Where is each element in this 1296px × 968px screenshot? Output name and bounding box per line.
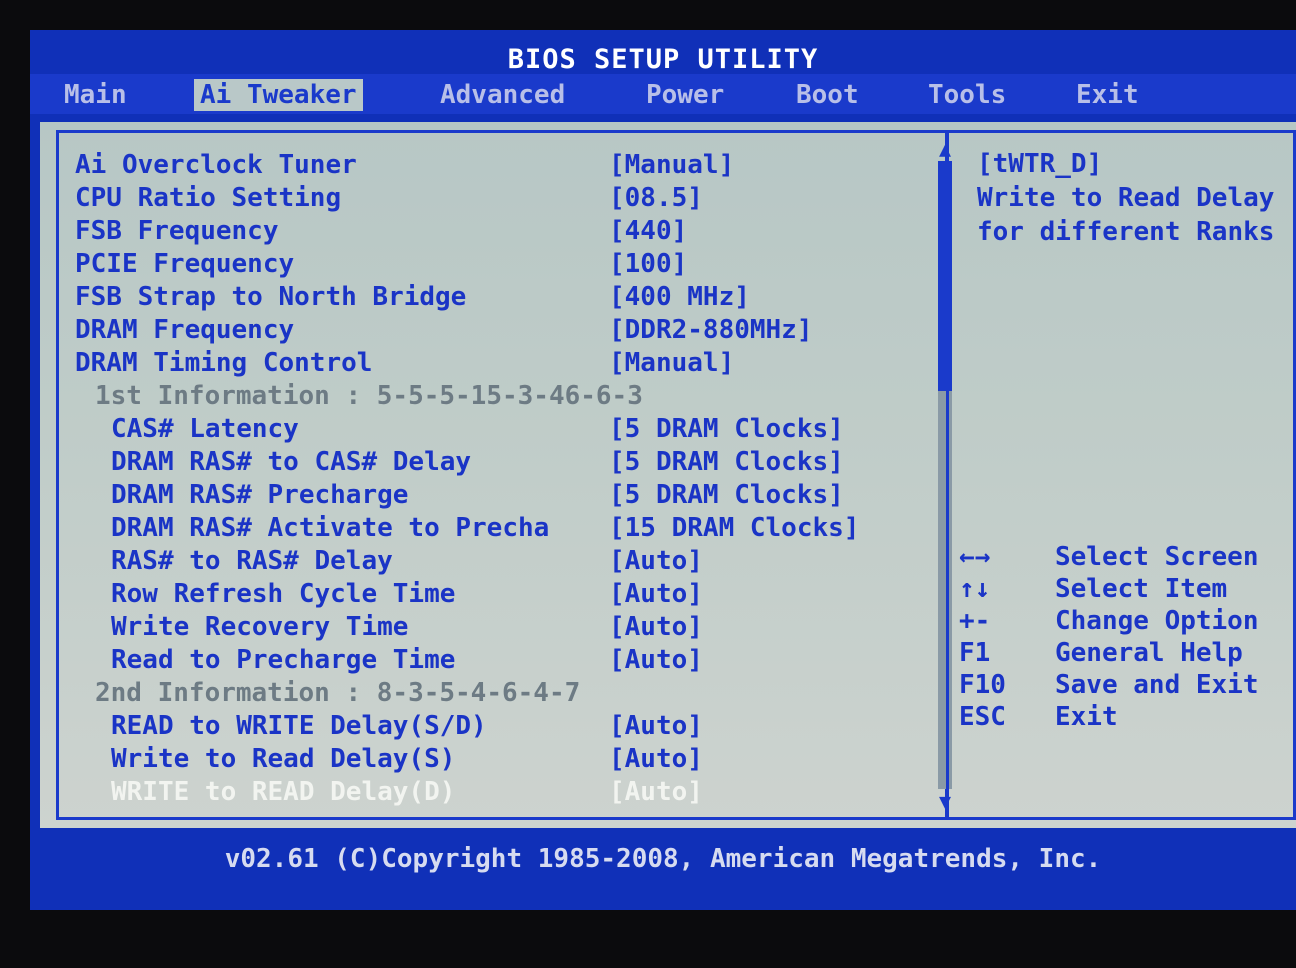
setting-label: DRAM RAS# Activate to Precha (111, 513, 550, 543)
help-line: Write to Read Delay (977, 183, 1275, 213)
setting-value: [5 DRAM Clocks] (609, 447, 844, 477)
setting-label: CPU Ratio Setting (75, 183, 342, 213)
menu-exit[interactable]: Exit (1070, 79, 1145, 111)
setting-value: [Auto] (609, 777, 703, 807)
setting-value: [DDR2-880MHz] (609, 315, 813, 345)
info-label: 1st Information : 5-5-5-15-3-46-6-3 (95, 381, 643, 411)
setting-label: DRAM Timing Control (75, 348, 373, 378)
setting-value: [Auto] (609, 744, 703, 774)
key-desc: General Help (1055, 638, 1243, 668)
setting-label: FSB Frequency (75, 216, 279, 246)
setting-value: [Auto] (609, 579, 703, 609)
key-desc: Save and Exit (1055, 670, 1259, 700)
setting-value: [Auto] (609, 546, 703, 576)
settings-panel: Ai Overclock Tuner [Manual] CPU Ratio Se… (56, 130, 952, 820)
setting-value: [400 MHz] (609, 282, 750, 312)
setting-value: [5 DRAM Clocks] (609, 480, 844, 510)
setting-label: WRITE to READ Delay(D) (111, 777, 456, 807)
f1-key: F1 (959, 638, 991, 668)
setting-value: [Auto] (609, 711, 703, 741)
key-desc: Exit (1055, 702, 1118, 732)
bios-screen: BIOS SETUP UTILITY Main Ai Tweaker Advan… (30, 30, 1296, 910)
menu-tools[interactable]: Tools (922, 79, 1012, 111)
setting-value: [Manual] (609, 150, 735, 180)
setting-value: [Auto] (609, 612, 703, 642)
setting-value: [08.5] (609, 183, 703, 213)
menu-ai-tweaker[interactable]: Ai Tweaker (194, 79, 363, 111)
setting-label: DRAM Frequency (75, 315, 295, 345)
setting-label: Read to Precharge Time (111, 645, 456, 675)
setting-label: RAS# to RAS# Delay (111, 546, 393, 576)
menu-bar: Main Ai Tweaker Advanced Power Boot Tool… (30, 74, 1296, 114)
menu-power[interactable]: Power (640, 79, 730, 111)
key-desc: Change Option (1055, 606, 1259, 636)
help-panel: [tWTR_D] Write to Read Delay for differe… (946, 130, 1296, 820)
setting-label: Write Recovery Time (111, 612, 409, 642)
copyright-footer: v02.61 (C)Copyright 1985-2008, American … (224, 844, 1102, 874)
menu-boot[interactable]: Boot (790, 79, 865, 111)
f10-key: F10 (959, 670, 1006, 700)
content-area: Ai Overclock Tuner [Manual] CPU Ratio Se… (40, 122, 1296, 828)
bios-title: BIOS SETUP UTILITY (507, 44, 819, 75)
plus-minus-key: +- (959, 606, 991, 636)
setting-label: FSB Strap to North Bridge (75, 282, 467, 312)
menu-advanced[interactable]: Advanced (434, 79, 571, 111)
key-desc: Select Item (1055, 574, 1228, 604)
setting-label: DRAM RAS# Precharge (111, 480, 409, 510)
setting-label: DRAM RAS# to CAS# Delay (111, 447, 472, 477)
setting-label: Write to Read Delay(S) (111, 744, 456, 774)
setting-label: PCIE Frequency (75, 249, 295, 279)
setting-value: [440] (609, 216, 688, 246)
setting-value: [15 DRAM Clocks] (609, 513, 860, 543)
setting-label: Row Refresh Cycle Time (111, 579, 456, 609)
help-title: [tWTR_D] (977, 149, 1103, 179)
setting-label: Ai Overclock Tuner (75, 150, 357, 180)
setting-value: [5 DRAM Clocks] (609, 414, 844, 444)
setting-value: [Manual] (609, 348, 735, 378)
menu-main[interactable]: Main (58, 79, 133, 111)
esc-key: ESC (959, 702, 1006, 732)
setting-value: [Auto] (609, 645, 703, 675)
setting-label: READ to WRITE Delay(S/D) (111, 711, 487, 741)
left-right-arrow-icon: ←→ (959, 542, 991, 572)
info-label: 2nd Information : 8-3-5-4-6-4-7 (95, 678, 581, 708)
setting-label: CAS# Latency (111, 414, 299, 444)
help-line: for different Ranks (977, 217, 1275, 247)
setting-value: [100] (609, 249, 688, 279)
key-desc: Select Screen (1055, 542, 1259, 572)
up-down-arrow-icon: ↑↓ (959, 574, 991, 604)
